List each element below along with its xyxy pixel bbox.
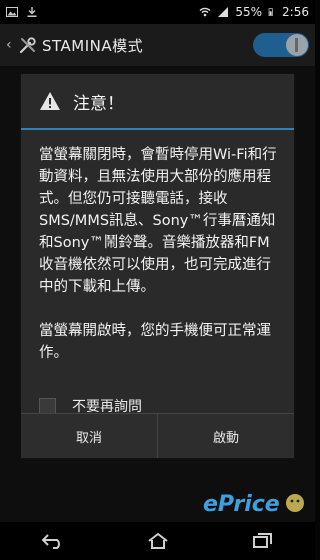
status-bar: 55% 2:56	[0, 0, 315, 24]
home-icon	[147, 532, 168, 549]
dialog-message-paragraph: 當螢幕關閉時，會暫時停用Wi-Fi和行動資料，且無法使用大部份的應用程式。但您仍…	[39, 147, 277, 295]
action-bar: ‹ STAMINA模式	[0, 24, 315, 66]
eprice-watermark-logo: ePrice	[203, 492, 304, 517]
battery-percent: 55%	[235, 5, 263, 19]
notification-icons	[6, 6, 38, 18]
cancel-button[interactable]: 取消	[21, 414, 157, 458]
dialog-message-paragraph: 當螢幕開啟時，您的手機便可正常運作。	[39, 323, 271, 361]
image-notification-icon	[6, 7, 18, 17]
dialog-message: 當螢幕關閉時，會暫時停用Wi-Fi和行動資料，且無法使用大部份的應用程式。但您仍…	[21, 130, 294, 364]
svg-text:ePrice: ePrice	[203, 492, 280, 517]
clock: 2:56	[282, 5, 309, 19]
dialog-buttons: 取消 啟動	[21, 413, 294, 458]
signal-icon	[218, 7, 229, 17]
download-icon	[27, 7, 37, 17]
warning-dialog: 注意！ 當螢幕關閉時，會暫時停用Wi-Fi和行動資料，且無法使用大部份的應用程式…	[21, 74, 294, 458]
back-button[interactable]	[33, 527, 73, 555]
back-chevron-icon[interactable]: ‹	[6, 37, 16, 53]
page-title: STAMINA模式	[42, 36, 144, 55]
home-button[interactable]	[138, 527, 178, 555]
recent-apps-icon	[252, 533, 272, 548]
toggle-knob	[286, 34, 308, 56]
dialog-header: 注意！	[21, 74, 294, 130]
system-icons: 55% 2:56	[199, 5, 309, 19]
tools-icon[interactable]	[18, 35, 38, 55]
activate-button[interactable]: 啟動	[157, 414, 294, 458]
stamina-toggle[interactable]	[253, 33, 309, 57]
wifi-icon	[199, 7, 211, 17]
dont-ask-again-checkbox[interactable]	[39, 397, 56, 415]
dialog-title: 注意！	[73, 93, 124, 114]
battery-icon	[268, 8, 273, 16]
recent-apps-button[interactable]	[243, 527, 283, 555]
navigation-bar	[0, 522, 315, 560]
back-arrow-icon	[41, 534, 60, 549]
warning-icon	[40, 92, 60, 110]
